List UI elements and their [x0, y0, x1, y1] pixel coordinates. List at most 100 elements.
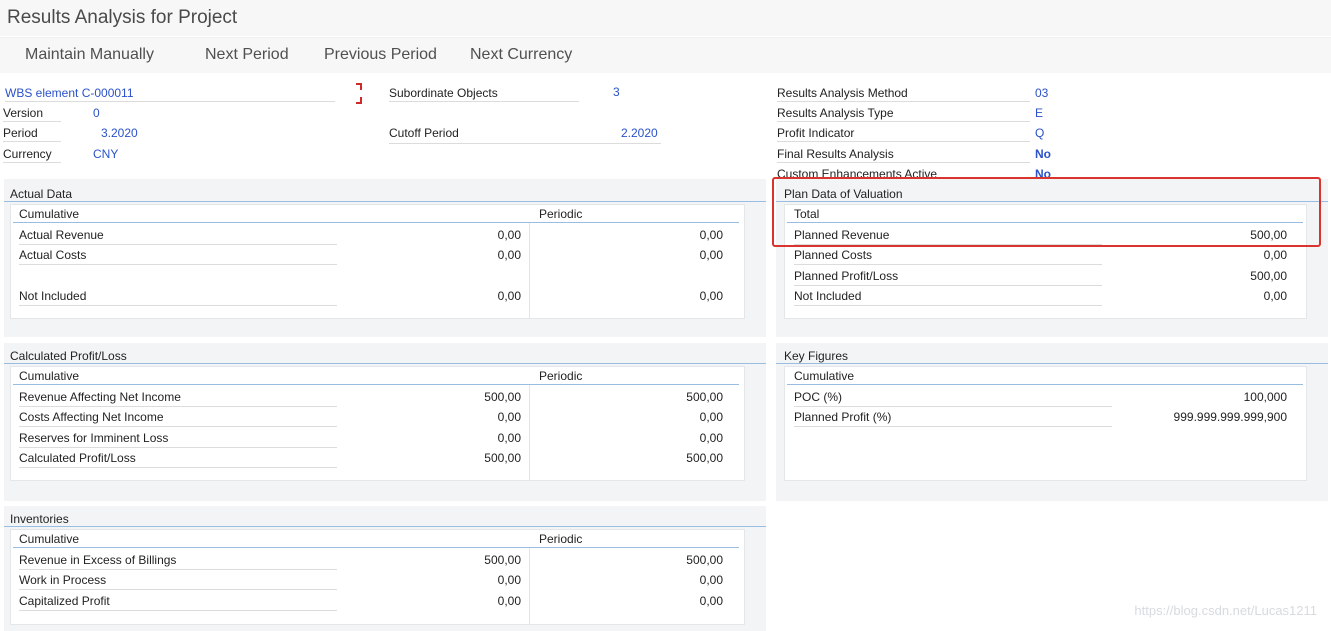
key-figures-panel: Key Figures Cumulative POC (%) 100,000 P…: [776, 343, 1328, 501]
actual-column-separator: [529, 223, 530, 318]
currency-underline: [3, 162, 61, 163]
calc-row-cumulative: 500,00: [484, 451, 521, 465]
inventories-panel: Inventories Cumulative Periodic Revenue …: [4, 506, 766, 631]
actual-col-header-line: [13, 222, 739, 223]
calc-row-periodic: 500,00: [686, 390, 723, 404]
calc-column-separator: [529, 385, 530, 480]
kf-row-value: 999.999.999.999,900: [1173, 410, 1287, 424]
calculated-pl-title-line: [4, 363, 766, 364]
calc-row-underline: [19, 406, 337, 407]
inv-row-periodic: 0,00: [699, 594, 723, 608]
calculated-pl-panel: Calculated Profit/Loss Cumulative Period…: [4, 343, 766, 501]
calc-row-cumulative: 500,00: [484, 390, 521, 404]
inv-row-label: Work in Process: [19, 573, 107, 587]
plan-row-label: Not Included: [794, 289, 862, 303]
actual-row-periodic: 0,00: [699, 289, 723, 303]
calc-row-label: Costs Affecting Net Income: [19, 410, 164, 424]
actual-row-underline: [19, 305, 337, 306]
calc-row-periodic: 0,00: [699, 410, 723, 424]
period-value: 3.2020: [101, 126, 138, 140]
ra-method-underline: [777, 101, 1030, 102]
next-period-button[interactable]: Next Period: [205, 46, 289, 64]
plan-row-underline: [794, 285, 1102, 286]
bracket-top-icon: [356, 83, 362, 90]
calc-col-header-line: [13, 384, 739, 385]
inv-col-cumulative: Cumulative: [19, 532, 80, 546]
calc-row-periodic: 500,00: [686, 451, 723, 465]
inventories-title-line: [4, 526, 766, 527]
actual-row-label: Actual Costs: [19, 248, 87, 262]
cutoff-period-value: 2.2020: [621, 126, 658, 140]
calc-row-label: Calculated Profit/Loss: [19, 451, 136, 465]
kf-row-underline: [794, 406, 1112, 407]
currency-label: Currency: [3, 147, 52, 161]
actual-row-periodic: 0,00: [699, 228, 723, 242]
actual-col-cumulative: Cumulative: [19, 207, 80, 221]
version-label: Version: [3, 106, 44, 120]
inv-col-header-line: [13, 547, 739, 548]
inv-row-cumulative: 0,00: [497, 573, 521, 587]
actual-row-cumulative: 0,00: [497, 289, 521, 303]
version-underline: [3, 121, 61, 122]
inv-col-periodic: Periodic: [539, 532, 583, 546]
cutoff-period-label: Cutoff Period: [389, 126, 459, 140]
plan-row-total: 0,00: [1263, 289, 1287, 303]
calc-row-periodic: 0,00: [699, 431, 723, 445]
ra-method-label: Results Analysis Method: [777, 86, 908, 100]
calc-row-underline: [19, 447, 337, 448]
kf-row-value: 100,000: [1243, 390, 1287, 404]
calc-row-underline: [19, 467, 337, 468]
subordinate-objects-value: 3: [613, 85, 620, 99]
cutoff-underline: [389, 143, 661, 144]
actual-row-underline: [19, 264, 337, 265]
key-figures-title: Key Figures: [784, 349, 849, 363]
page-title: Results Analysis for Project: [7, 7, 238, 28]
next-currency-button[interactable]: Next Currency: [470, 46, 572, 64]
highlight-box: [772, 177, 1321, 247]
wbs-element-link[interactable]: WBS element C-000011: [5, 86, 134, 100]
maintain-manually-button[interactable]: Maintain Manually: [25, 46, 154, 64]
final-ra-label: Final Results Analysis: [777, 147, 894, 161]
actual-data-table: Cumulative Periodic Actual Revenue 0,00 …: [10, 204, 745, 319]
calc-row-underline: [19, 426, 337, 427]
actual-col-periodic: Periodic: [539, 207, 583, 221]
ra-type-label: Results Analysis Type: [777, 106, 894, 120]
calc-row-cumulative: 0,00: [497, 410, 521, 424]
calc-row-label: Revenue Affecting Net Income: [19, 390, 181, 404]
inventories-title: Inventories: [10, 512, 69, 526]
plan-row-label: Planned Costs: [794, 248, 873, 262]
subordinate-objects-label: Subordinate Objects: [389, 86, 498, 100]
actual-row-cumulative: 0,00: [497, 228, 521, 242]
plan-row-underline: [794, 305, 1102, 306]
inv-row-label: Capitalized Profit: [19, 594, 110, 608]
actual-data-panel: Actual Data Cumulative Periodic Actual R…: [4, 179, 766, 337]
actual-row-periodic: 0,00: [699, 248, 723, 262]
kf-col-header-line: [787, 384, 1303, 385]
actual-row-cumulative: 0,00: [497, 248, 521, 262]
plan-row-total: 0,00: [1263, 248, 1287, 262]
previous-period-button[interactable]: Previous Period: [324, 46, 437, 64]
period-underline: [3, 141, 61, 142]
ra-method-value: 03: [1035, 86, 1049, 100]
inventories-table: Cumulative Periodic Revenue in Excess of…: [10, 529, 745, 625]
subordinate-underline: [389, 101, 579, 102]
kf-col-cumulative: Cumulative: [794, 369, 855, 383]
ra-type-value: E: [1035, 106, 1044, 120]
calculated-pl-table: Cumulative Periodic Revenue Affecting Ne…: [10, 366, 745, 481]
profit-indicator-value: Q: [1035, 126, 1045, 140]
watermark: https://blog.csdn.net/Lucas1211: [1134, 603, 1317, 618]
inv-row-underline: [19, 589, 337, 590]
kf-row-underline: [794, 426, 1112, 427]
kf-row-label: Planned Profit (%): [794, 410, 892, 424]
period-label: Period: [3, 126, 38, 140]
actual-data-title-line: [4, 201, 766, 202]
inv-column-separator: [529, 548, 530, 624]
profit-indicator-label: Profit Indicator: [777, 126, 855, 140]
key-figures-table: Cumulative POC (%) 100,000 Planned Profi…: [784, 366, 1307, 481]
bracket-bottom-icon: [356, 97, 362, 104]
version-value: 0: [93, 106, 100, 120]
plan-row-underline: [794, 264, 1102, 265]
inv-row-periodic: 0,00: [699, 573, 723, 587]
calc-col-periodic: Periodic: [539, 369, 583, 383]
actual-row-label: Actual Revenue: [19, 228, 104, 242]
